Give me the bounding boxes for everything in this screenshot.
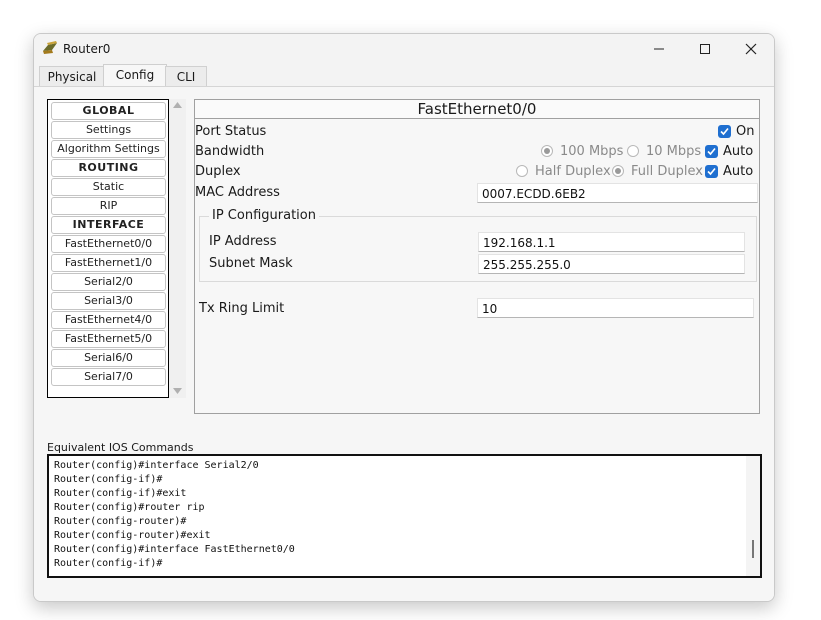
duplex-half-radio[interactable] xyxy=(516,165,528,177)
console-scrollbar[interactable] xyxy=(746,456,760,576)
tab-physical[interactable]: Physical xyxy=(39,66,105,87)
bandwidth-auto-label: Auto xyxy=(723,144,754,159)
maximize-icon xyxy=(700,44,710,54)
sidebar-header-global: GLOBAL xyxy=(51,102,166,120)
ios-commands-console[interactable]: Router(config)#interface Serial2/0 Route… xyxy=(47,454,762,578)
subnet-mask-label: Subnet Mask xyxy=(209,256,293,271)
router-config-window: Router0 Physical Config CLI GLOBAL Setti… xyxy=(33,33,775,602)
subnet-mask-field[interactable]: 255.255.255.0 xyxy=(478,254,745,274)
sidebar-item-serial6-0[interactable]: Serial6/0 xyxy=(51,349,166,367)
close-icon xyxy=(745,43,757,55)
bandwidth-10-radio[interactable] xyxy=(627,145,639,157)
ip-address-field[interactable]: 192.168.1.1 xyxy=(478,232,745,252)
sidebar-list: GLOBAL Settings Algorithm Settings ROUTI… xyxy=(47,99,169,398)
ip-address-label: IP Address xyxy=(209,234,277,249)
ip-configuration-title: IP Configuration xyxy=(209,208,319,223)
console-line: Router(config-if)#exit xyxy=(54,488,187,499)
maximize-button[interactable] xyxy=(682,34,728,64)
sidebar-item-fastethernet5-0[interactable]: FastEthernet5/0 xyxy=(51,330,166,348)
tab-bar: Physical Config CLI xyxy=(34,64,774,87)
sidebar-item-static[interactable]: Static xyxy=(51,178,166,196)
sidebar-header-routing: ROUTING xyxy=(51,159,166,177)
panel-title: FastEthernet0/0 xyxy=(195,100,759,119)
duplex-label: Duplex xyxy=(195,164,241,179)
console-line: Router(config-router)# xyxy=(54,516,187,527)
console-line: Router(config-if)# xyxy=(54,558,163,569)
sidebar-item-algorithm-settings[interactable]: Algorithm Settings xyxy=(51,140,166,158)
console-line: Router(config-router)#exit xyxy=(54,530,211,541)
duplex-auto-label: Auto xyxy=(723,164,754,179)
sidebar-item-serial3-0[interactable]: Serial3/0 xyxy=(51,292,166,310)
console-scroll-thumb[interactable] xyxy=(752,540,754,558)
duplex-full-label: Full Duplex xyxy=(631,164,703,179)
sidebar-item-serial7-0[interactable]: Serial7/0 xyxy=(51,368,166,386)
console-line: Router(config)#interface Serial2/0 xyxy=(54,460,259,471)
scroll-down-icon[interactable] xyxy=(173,388,182,394)
port-status-checkbox[interactable] xyxy=(718,125,731,138)
close-button[interactable] xyxy=(728,34,774,64)
mac-address-label: MAC Address xyxy=(195,185,280,200)
ios-commands-label: Equivalent IOS Commands xyxy=(47,441,194,454)
checkmark-icon xyxy=(707,147,716,156)
port-status-label: Port Status xyxy=(195,124,267,139)
minimize-button[interactable] xyxy=(636,34,682,64)
checkmark-icon xyxy=(720,127,729,136)
duplex-half-label: Half Duplex xyxy=(535,164,611,179)
bandwidth-100-radio[interactable] xyxy=(541,145,553,157)
sidebar-item-settings[interactable]: Settings xyxy=(51,121,166,139)
sidebar-item-fastethernet0-0[interactable]: FastEthernet0/0 xyxy=(51,235,166,253)
duplex-auto-checkbox[interactable] xyxy=(705,165,718,178)
tx-ring-limit-field[interactable]: 10 xyxy=(477,298,754,318)
console-line: Router(config)#router rip xyxy=(54,502,205,513)
scroll-up-icon[interactable] xyxy=(173,102,182,108)
sidebar-item-fastethernet1-0[interactable]: FastEthernet1/0 xyxy=(51,254,166,272)
window-title: Router0 xyxy=(63,42,111,56)
mac-address-field[interactable]: 0007.ECDD.6EB2 xyxy=(477,183,758,203)
checkmark-icon xyxy=(707,167,716,176)
tab-config[interactable]: Config xyxy=(103,64,167,87)
bandwidth-10-label: 10 Mbps xyxy=(646,144,702,159)
ip-configuration-group: IP Configuration IP Address 192.168.1.1 … xyxy=(199,208,757,282)
router-icon xyxy=(42,40,58,56)
tx-ring-limit-label: Tx Ring Limit xyxy=(199,301,285,316)
sidebar-header-interface: INTERFACE xyxy=(51,216,166,234)
config-content: GLOBAL Settings Algorithm Settings ROUTI… xyxy=(34,86,774,601)
title-bar[interactable]: Router0 xyxy=(34,34,774,64)
bandwidth-auto-checkbox[interactable] xyxy=(705,145,718,158)
port-status-on-label: On xyxy=(736,124,755,139)
duplex-full-radio[interactable] xyxy=(612,165,624,177)
sidebar-item-rip[interactable]: RIP xyxy=(51,197,166,215)
console-line: Router(config-if)# xyxy=(54,474,163,485)
bandwidth-100-label: 100 Mbps xyxy=(560,144,624,159)
tab-cli[interactable]: CLI xyxy=(165,66,207,87)
bandwidth-label: Bandwidth xyxy=(195,144,265,159)
sidebar-item-fastethernet4-0[interactable]: FastEthernet4/0 xyxy=(51,311,166,329)
console-line: Router(config)#interface FastEthernet0/0 xyxy=(54,544,295,555)
minimize-icon xyxy=(654,48,664,50)
sidebar-item-serial2-0[interactable]: Serial2/0 xyxy=(51,273,166,291)
interface-panel: FastEthernet0/0 Port Status On Bandwidth… xyxy=(194,99,760,414)
sidebar-scrollbar[interactable] xyxy=(169,99,186,398)
